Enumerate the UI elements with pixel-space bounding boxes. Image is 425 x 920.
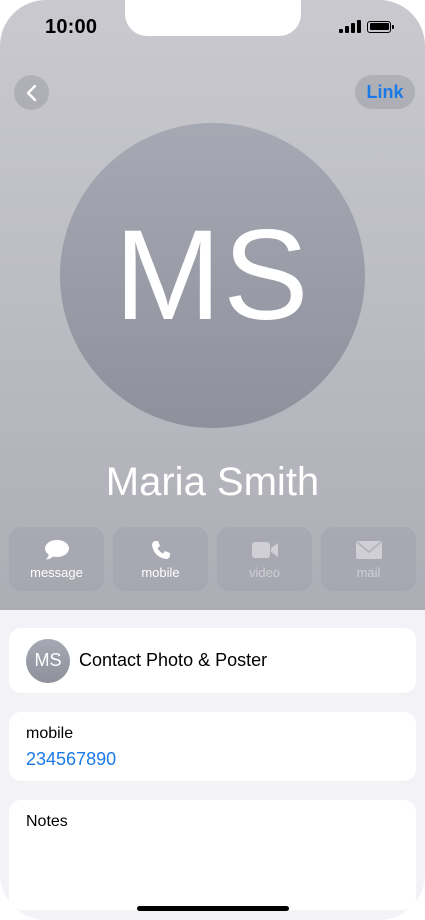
status-icons [339,20,394,33]
contact-avatar[interactable]: MS [60,123,365,428]
link-button[interactable]: Link [355,75,415,109]
back-button[interactable] [14,75,49,110]
video-camera-icon [251,539,279,561]
battery-icon [367,20,394,33]
envelope-icon [355,539,383,561]
message-action-button[interactable]: message [9,527,104,591]
video-action-button[interactable]: video [217,527,312,591]
quick-actions: message mobile video mail [9,527,416,591]
mobile-action-label: mobile [141,564,180,580]
device-notch [125,0,301,36]
home-indicator[interactable] [137,906,289,911]
message-bubble-icon [44,539,70,561]
message-action-label: message [30,564,83,580]
contact-photo-poster-row[interactable]: MS Contact Photo & Poster [9,628,416,693]
notes-label: Notes [26,813,68,830]
notes-card[interactable]: Notes [9,800,416,910]
chevron-left-icon [26,84,36,101]
phone-label: mobile [26,725,74,742]
contact-screen: 10:00 Link MS Maria Smith message mobile… [0,0,425,920]
phone-number-card: mobile 234567890 [9,712,416,781]
status-time: 10:00 [45,16,98,38]
contact-name: Maria Smith [105,460,320,504]
phone-number-link[interactable]: 234567890 [26,749,399,770]
contact-header: 10:00 Link MS Maria Smith message mobile… [0,0,425,610]
mobile-action-button[interactable]: mobile [113,527,208,591]
mail-action-button[interactable]: mail [321,527,416,591]
phone-icon [150,539,172,561]
contact-photo-poster-label: Contact Photo & Poster [79,650,268,670]
signal-icon [339,20,361,33]
contact-avatar-small: MS [26,638,70,683]
video-action-label: video [248,564,281,580]
mail-action-label: mail [356,564,381,580]
